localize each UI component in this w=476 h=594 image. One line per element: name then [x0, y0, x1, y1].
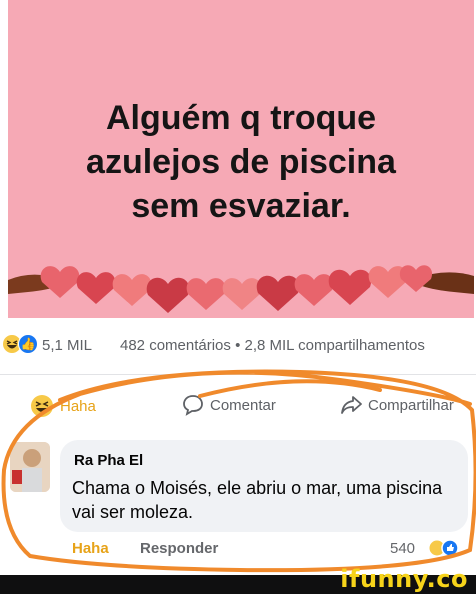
comment-actions: Haha Responder 540	[72, 538, 472, 562]
hearts-decoration	[8, 265, 474, 313]
comment-label: Comentar	[210, 396, 276, 414]
heart-icons	[40, 265, 433, 313]
comment-reaction-icons[interactable]	[428, 538, 460, 558]
comment-reaction-count[interactable]: 540	[390, 540, 415, 557]
post-image[interactable]: Alguém q troque azulejos de piscina sem …	[8, 0, 474, 318]
comment-bubble: Ra Pha El Chama o Moisés, ele abriu o ma…	[60, 440, 468, 532]
comment-icon	[183, 395, 203, 416]
haha-icon	[31, 395, 53, 417]
comment-button[interactable]: Comentar	[182, 394, 276, 416]
haha-label: Haha	[60, 397, 96, 415]
reply-button[interactable]: Responder	[140, 540, 218, 557]
reaction-count[interactable]: 5,1 MIL	[42, 337, 92, 354]
share-icon	[341, 396, 362, 414]
comments-share-count[interactable]: 482 comentários • 2,8 MIL compartilhamen…	[120, 337, 425, 354]
avatar[interactable]	[10, 442, 50, 492]
reactions-summary: 👍 5,1 MIL 482 comentários • 2,8 MIL comp…	[0, 330, 476, 358]
share-button[interactable]: Compartilhar	[340, 394, 454, 416]
reaction-icons[interactable]: 👍	[2, 334, 40, 356]
share-label: Compartilhar	[368, 396, 454, 414]
haha-button[interactable]: Haha	[30, 394, 96, 418]
ifunny-watermark: ifunny.co	[340, 565, 468, 593]
post-text-line-1: Alguém q troque	[105, 99, 377, 137]
comment-haha-button[interactable]: Haha	[72, 540, 109, 557]
post-image-text: Alguém q troque azulejos de piscina sem …	[8, 96, 474, 228]
post-text-line-3: sem esvaziar.	[131, 187, 351, 225]
comment-author[interactable]: Ra Pha El	[74, 452, 143, 469]
divider	[0, 374, 476, 375]
comment-text: Chama o Moisés, ele abriu o mar, uma pis…	[72, 478, 443, 522]
like-icon: 👍	[18, 334, 38, 354]
post-text-line-2: azulejos de piscina	[86, 143, 396, 181]
action-bar: Haha Comentar Compartilhar	[0, 388, 476, 424]
